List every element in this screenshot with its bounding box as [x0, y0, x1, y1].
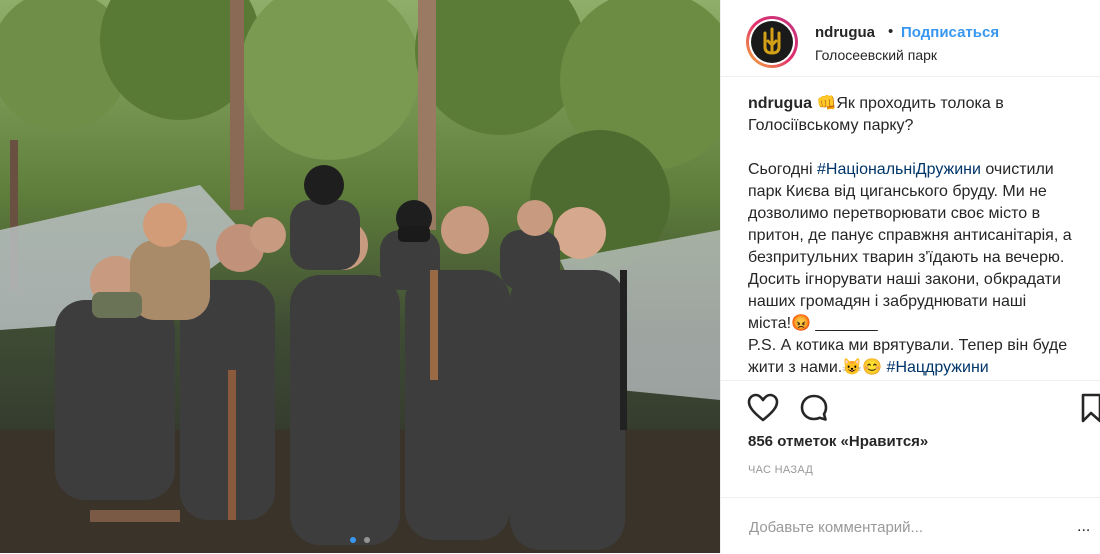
trident-logo-icon [763, 27, 781, 55]
comment-icon [800, 394, 828, 421]
caption-paragraph-3: P.S. А котика ми врятували. Тепер він бу… [748, 335, 1073, 379]
comment-button[interactable] [799, 393, 829, 428]
photo-illustration [0, 0, 720, 553]
caption-username[interactable]: ndrugua [748, 95, 812, 112]
more-options-button[interactable]: ... [1077, 518, 1090, 536]
caption-paragraph-2: Сьогодні #НаціональніДружини очистили па… [748, 159, 1073, 335]
carousel-dot-1[interactable] [349, 537, 356, 543]
location-link[interactable]: Голосеевский парк [815, 47, 937, 63]
caption-p2-before: Сьогодні [748, 161, 817, 178]
carousel-dot-2[interactable] [364, 537, 371, 543]
comment-box: ... [721, 497, 1100, 554]
carousel-dots [0, 530, 720, 548]
post-photo[interactable] [0, 0, 720, 553]
post-timestamp[interactable]: час назад [748, 464, 813, 476]
caption-paragraph-1: ndrugua 👊Як проходить толока в Голосіївс… [748, 93, 1073, 137]
heart-icon [747, 393, 779, 422]
hashtag-link-2[interactable]: #Нацдружини [887, 359, 989, 376]
post-side-panel: ndrugua • Подписаться Голосеевский парк … [721, 0, 1100, 553]
like-button[interactable] [747, 393, 779, 428]
hashtag-link-1[interactable]: #НаціональніДружини [817, 161, 981, 178]
header-username[interactable]: ndrugua [815, 24, 875, 41]
save-button[interactable] [1081, 393, 1100, 428]
bookmark-icon [1081, 393, 1100, 423]
post-header: ndrugua • Подписаться Голосеевский парк [721, 0, 1100, 77]
comment-input[interactable] [747, 514, 1051, 540]
header-separator: • [888, 23, 894, 40]
caption-p2-after: очистили парк Києва від циганського бруд… [748, 161, 1072, 332]
post-actions [721, 380, 1100, 437]
post-caption: ndrugua 👊Як проходить толока в Голосіївс… [748, 93, 1073, 379]
avatar[interactable] [746, 16, 798, 68]
likes-count[interactable]: 856 отметок «Нравится» [748, 433, 928, 450]
follow-button[interactable]: Подписаться [901, 24, 999, 41]
